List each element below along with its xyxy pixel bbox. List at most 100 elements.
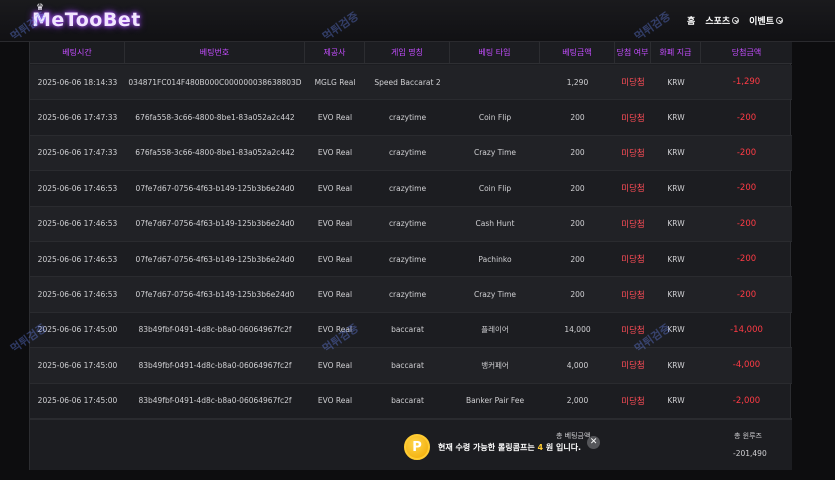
cell-win-status: 미당첨: [621, 219, 645, 230]
site-logo[interactable]: MeTooBet: [32, 9, 141, 31]
nav-sports-label: 스포츠: [705, 17, 731, 27]
table-row: 2025-06-06 18:14:33 034871FC014F480B000C0…: [30, 65, 792, 101]
cell-bet-time: 2025-06-06 17:45:00: [37, 396, 118, 406]
table-row: 2025-06-06 17:45:00 83b49fbf-0491-4d8c-b8…: [30, 384, 792, 419]
cell-bet-id: 07fe7d67-0756-4f63-b149-125b3b6e24d0: [135, 219, 295, 229]
cell-currency: KRW: [667, 183, 685, 193]
cell-game-name: crazytime: [388, 219, 427, 229]
table-row: 2025-06-06 17:46:53 07fe7d67-0756-4f63-b1…: [30, 206, 792, 242]
col-provider: 제공사: [305, 42, 365, 63]
cell-win-amount: -200: [736, 183, 757, 194]
cell-currency: KRW: [667, 219, 685, 229]
cell-win-status: 미당첨: [621, 361, 645, 372]
nav-events-label: 이벤트: [749, 17, 774, 27]
toast-text-before: 현재 수령 가능한 롤링콤프는: [438, 442, 538, 452]
cell-game-name: crazytime: [388, 113, 427, 123]
col-currency: 화폐 지급: [651, 42, 701, 63]
cell-win-amount: -200: [736, 147, 757, 158]
cell-provider: EVO Real: [317, 148, 353, 158]
bet-history-table: 베팅시간 베팅번호 제공사 게임 명칭 베팅 타입 베팅금액 당첨 여부 화폐 …: [29, 42, 792, 470]
cell-bet-type: Coin Flip: [478, 113, 512, 123]
cell-bet-type: 플레이어: [481, 325, 509, 335]
cell-bet-amount: 200: [570, 290, 585, 300]
cell-bet-amount: 200: [570, 219, 585, 229]
cell-win-amount: -200: [736, 112, 757, 123]
cell-bet-time: 2025-06-06 18:14:33: [37, 77, 118, 87]
cell-win-status: 미당첨: [621, 184, 645, 195]
cell-game-name: crazytime: [388, 290, 427, 300]
rolling-comp-toast: P 현재 수령 가능한 롤링콤프는 4 원 입니다. ✕: [404, 434, 601, 460]
table-row: 2025-06-06 17:46:53 07fe7d67-0756-4f63-b1…: [30, 242, 792, 278]
cell-bet-amount: 200: [570, 113, 585, 123]
cell-bet-amount: 4,000: [566, 360, 589, 370]
cell-bet-type: Coin Flip: [478, 183, 512, 193]
toast-close-button[interactable]: ✕: [587, 435, 601, 449]
cell-win-amount: -1,290: [732, 77, 761, 88]
cell-game-name: baccarat: [391, 325, 424, 335]
nav-sports[interactable]: 스포츠: [705, 14, 740, 27]
cell-bet-type: Crazy Time: [473, 148, 517, 158]
cell-bet-type: 뱅커페어: [481, 360, 509, 370]
cell-bet-id: 83b49fbf-0491-4d8c-b8a0-06064967fc2f: [138, 360, 292, 370]
cell-bet-amount: 1,290: [566, 77, 589, 87]
cell-currency: KRW: [667, 360, 685, 370]
cell-win-status: 미당첨: [621, 396, 645, 407]
cell-bet-id: 07fe7d67-0756-4f63-b149-125b3b6e24d0: [135, 183, 295, 193]
nav-events[interactable]: 이벤트: [749, 14, 783, 27]
cell-bet-id: 83b49fbf-0491-4d8c-b8a0-06064967fc2f: [138, 396, 292, 406]
table-header: 베팅시간 베팅번호 제공사 게임 명칭 베팅 타입 베팅금액 당첨 여부 화폐 …: [30, 42, 792, 64]
cell-bet-amount: 200: [570, 183, 585, 193]
cell-game-name: crazytime: [388, 148, 427, 158]
cell-bet-amount: 200: [570, 148, 585, 158]
cell-win-status: 미당첨: [621, 148, 645, 159]
cell-game-name: Speed Baccarat 2: [374, 77, 441, 87]
col-win-amount: 당첨금액: [731, 48, 762, 57]
table-row: 2025-06-06 17:46:53 07fe7d67-0756-4f63-b1…: [30, 171, 792, 207]
cell-currency: KRW: [667, 325, 685, 335]
cell-game-name: crazytime: [388, 254, 427, 264]
cell-bet-id: 07fe7d67-0756-4f63-b149-125b3b6e24d0: [135, 290, 295, 300]
cell-game-name: baccarat: [391, 396, 424, 406]
cell-currency: KRW: [667, 254, 685, 264]
cell-currency: KRW: [667, 77, 685, 87]
cell-bet-amount: 14,000: [564, 325, 591, 335]
cell-provider: EVO Real: [317, 325, 353, 335]
cell-provider: EVO Real: [317, 183, 353, 193]
cell-bet-id: 07fe7d67-0756-4f63-b149-125b3b6e24d0: [135, 254, 295, 264]
toast-message: 현재 수령 가능한 롤링콤프는 4 원 입니다.: [438, 442, 581, 453]
nav-home[interactable]: 홈: [687, 14, 695, 27]
cell-provider: EVO Real: [317, 254, 353, 264]
total-winloss-label: 총 윈루즈: [734, 432, 762, 440]
cell-bet-id: 83b49fbf-0491-4d8c-b8a0-06064967fc2f: [138, 325, 292, 335]
total-winloss-value: -201,490: [733, 449, 767, 458]
cell-win-status: 미당첨: [621, 113, 645, 124]
cell-currency: KRW: [667, 290, 685, 300]
cell-bet-time: 2025-06-06 17:45:00: [37, 325, 118, 335]
cell-bet-id: 034871FC014F480B000C000000038638803D: [128, 77, 302, 87]
cell-currency: KRW: [667, 113, 685, 123]
cell-game-name: crazytime: [388, 183, 427, 193]
cell-win-amount: -200: [736, 218, 757, 229]
cell-provider: EVO Real: [317, 219, 353, 229]
col-win-status: 당첨 여부: [615, 42, 651, 63]
cell-bet-type: Cash Hunt: [475, 219, 515, 229]
col-bet-amount: 베팅금액: [540, 42, 615, 63]
cell-bet-type: Crazy Time: [473, 290, 517, 300]
cell-bet-type: Pachinko: [478, 254, 512, 264]
cell-win-amount: -14,000: [730, 324, 763, 335]
cell-win-amount: -4,000: [732, 360, 761, 371]
chevron-down-icon: [732, 17, 740, 24]
cell-bet-id: 676fa558-3c66-4800-8be1-83a052a2c442: [135, 113, 295, 123]
top-bar: ♛ MeTooBet 홈 스포츠 이벤트: [0, 0, 835, 42]
cell-bet-type: Banker Pair Fee: [465, 396, 525, 406]
chevron-down-icon: [776, 17, 783, 24]
cell-provider: MGLG Real: [314, 77, 356, 87]
cell-provider: EVO Real: [317, 113, 353, 123]
cell-provider: EVO Real: [317, 360, 353, 370]
cell-bet-time: 2025-06-06 17:46:53: [37, 183, 118, 193]
table-row: 2025-06-06 17:47:33 676fa558-3c66-4800-8b…: [30, 135, 792, 172]
cell-bet-time: 2025-06-06 17:47:33: [37, 148, 118, 158]
table-row: 2025-06-06 17:45:00 83b49fbf-0491-4d8c-b8…: [30, 313, 792, 349]
cell-currency: KRW: [667, 148, 685, 158]
cell-win-status: 미당첨: [621, 325, 645, 336]
